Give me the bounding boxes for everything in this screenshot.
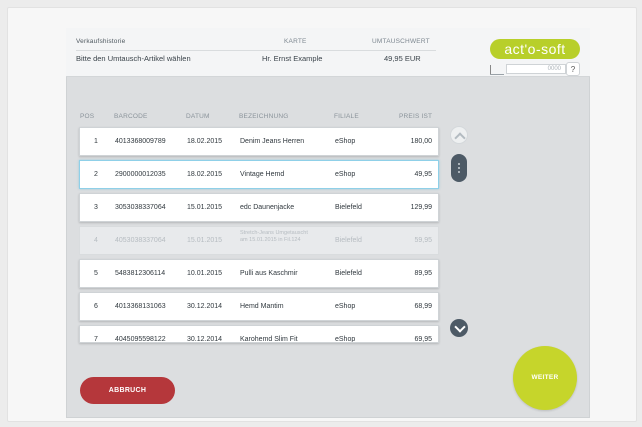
- column-header-description: BEZEICHNUNG: [239, 113, 289, 120]
- row-description: Karohemd Slim Fit: [240, 336, 298, 343]
- table-row[interactable]: 3 3053038337064 15.01.2015 edc Daunenjac…: [79, 193, 439, 222]
- row-price: 129,99: [410, 204, 432, 211]
- row-pos: 6: [94, 303, 98, 310]
- row-pos: 3: [94, 204, 98, 211]
- row-date: 18.02.2015: [187, 138, 223, 145]
- row-price: 68,99: [414, 303, 432, 310]
- row-date: 15.01.2015: [187, 237, 223, 244]
- row-date: 30.12.2014: [187, 336, 223, 343]
- row-barcode: 2900000012035: [115, 171, 166, 178]
- table-row-selected[interactable]: 2 2900000012035 18.02.2015 Vintage Hemd …: [79, 160, 439, 189]
- chevron-up-icon: [454, 132, 466, 144]
- row-pos: 2: [94, 171, 98, 178]
- exchange-value: 49,95 EUR: [384, 54, 421, 63]
- row-pos: 4: [94, 237, 98, 244]
- table-row[interactable]: 6 4013368131063 30.12.2014 Hemd Mantim e…: [79, 292, 439, 321]
- row-barcode: 4013368131063: [115, 303, 166, 310]
- row-branch: eShop: [335, 138, 356, 145]
- column-header-branch: FILIALE: [334, 113, 359, 120]
- row-pos: 7: [94, 336, 98, 343]
- row-branch: eShop: [335, 303, 356, 310]
- row-price: 89,95: [414, 270, 432, 277]
- chevron-down-icon: [454, 321, 466, 333]
- search-field[interactable]: 0000: [506, 64, 566, 74]
- row-barcode: 5483812306114: [115, 270, 166, 277]
- scroll-down-button[interactable]: [450, 319, 468, 337]
- row-branch: Bielefeld: [335, 270, 362, 277]
- row-price: 49,95: [414, 171, 432, 178]
- row-description: Stretch-Jeans Umgetauscht am 15.01.2015 …: [240, 230, 308, 243]
- history-label: Verkaufshistorie: [76, 38, 126, 45]
- column-header-barcode: BARCODE: [114, 113, 148, 120]
- row-pos: 1: [94, 138, 98, 145]
- table-row[interactable]: 1 4013368009789 18.02.2015 Denim Jeans H…: [79, 127, 439, 156]
- row-barcode: 3053038337064: [115, 204, 166, 211]
- row-description: Pulli aus Kaschmir: [240, 270, 298, 277]
- app-screen: Verkaufshistorie Bitte den Umtausch-Arti…: [66, 28, 590, 418]
- row-date: 30.12.2014: [187, 303, 223, 310]
- row-description: Denim Jeans Herren: [240, 138, 305, 145]
- logo: act'o-soft: [490, 39, 580, 59]
- row-barcode: 4053038337064: [115, 237, 166, 244]
- scroll-up-button[interactable]: [450, 126, 468, 144]
- row-description: edc Daunenjacke: [240, 204, 295, 211]
- help-button[interactable]: ?: [566, 62, 580, 76]
- row-pos: 5: [94, 270, 98, 277]
- row-date: 10.01.2015: [187, 270, 223, 277]
- column-header-price: PREIS IST: [399, 113, 433, 120]
- row-description: Vintage Hemd: [240, 171, 285, 178]
- row-branch: eShop: [335, 336, 356, 343]
- table-row[interactable]: 5 5483812306114 10.01.2015 Pulli aus Kas…: [79, 259, 439, 288]
- row-date: 15.01.2015: [187, 204, 223, 211]
- row-branch: Bielefeld: [335, 237, 362, 244]
- row-price: 180,00: [410, 138, 432, 145]
- exchange-label: UMTAUSCHWERT: [372, 38, 430, 45]
- mini-slider[interactable]: [490, 64, 504, 75]
- card-value: Hr. Ernst Example: [262, 54, 323, 63]
- next-button[interactable]: WEITER: [513, 346, 577, 410]
- history-value: Bitte den Umtausch-Artikel wählen: [76, 54, 191, 63]
- row-price: 59,95: [414, 237, 432, 244]
- row-barcode: 4045095598122: [115, 336, 166, 343]
- header-divider: [76, 50, 436, 51]
- row-barcode: 4013368009789: [115, 138, 166, 145]
- slider-handle[interactable]: [490, 65, 491, 74]
- row-price: 69,95: [414, 336, 432, 343]
- row-branch: Bielefeld: [335, 204, 362, 211]
- row-description: Hemd Mantim: [240, 303, 284, 310]
- table-row-disabled: 4 4053038337064 15.01.2015 Stretch-Jeans…: [79, 226, 439, 255]
- header-bar: Verkaufshistorie Bitte den Umtausch-Arti…: [66, 28, 590, 77]
- card-label: KARTE: [284, 38, 307, 45]
- cancel-button[interactable]: ABBRUCH: [80, 377, 175, 404]
- row-branch: eShop: [335, 171, 356, 178]
- scrollbar-thumb[interactable]: [451, 154, 467, 182]
- row-date: 18.02.2015: [187, 171, 223, 178]
- column-header-date: DATUM: [186, 113, 210, 120]
- table-row[interactable]: 7 4045095598122 30.12.2014 Karohemd Slim…: [79, 325, 439, 343]
- column-header-pos: POS: [80, 113, 95, 120]
